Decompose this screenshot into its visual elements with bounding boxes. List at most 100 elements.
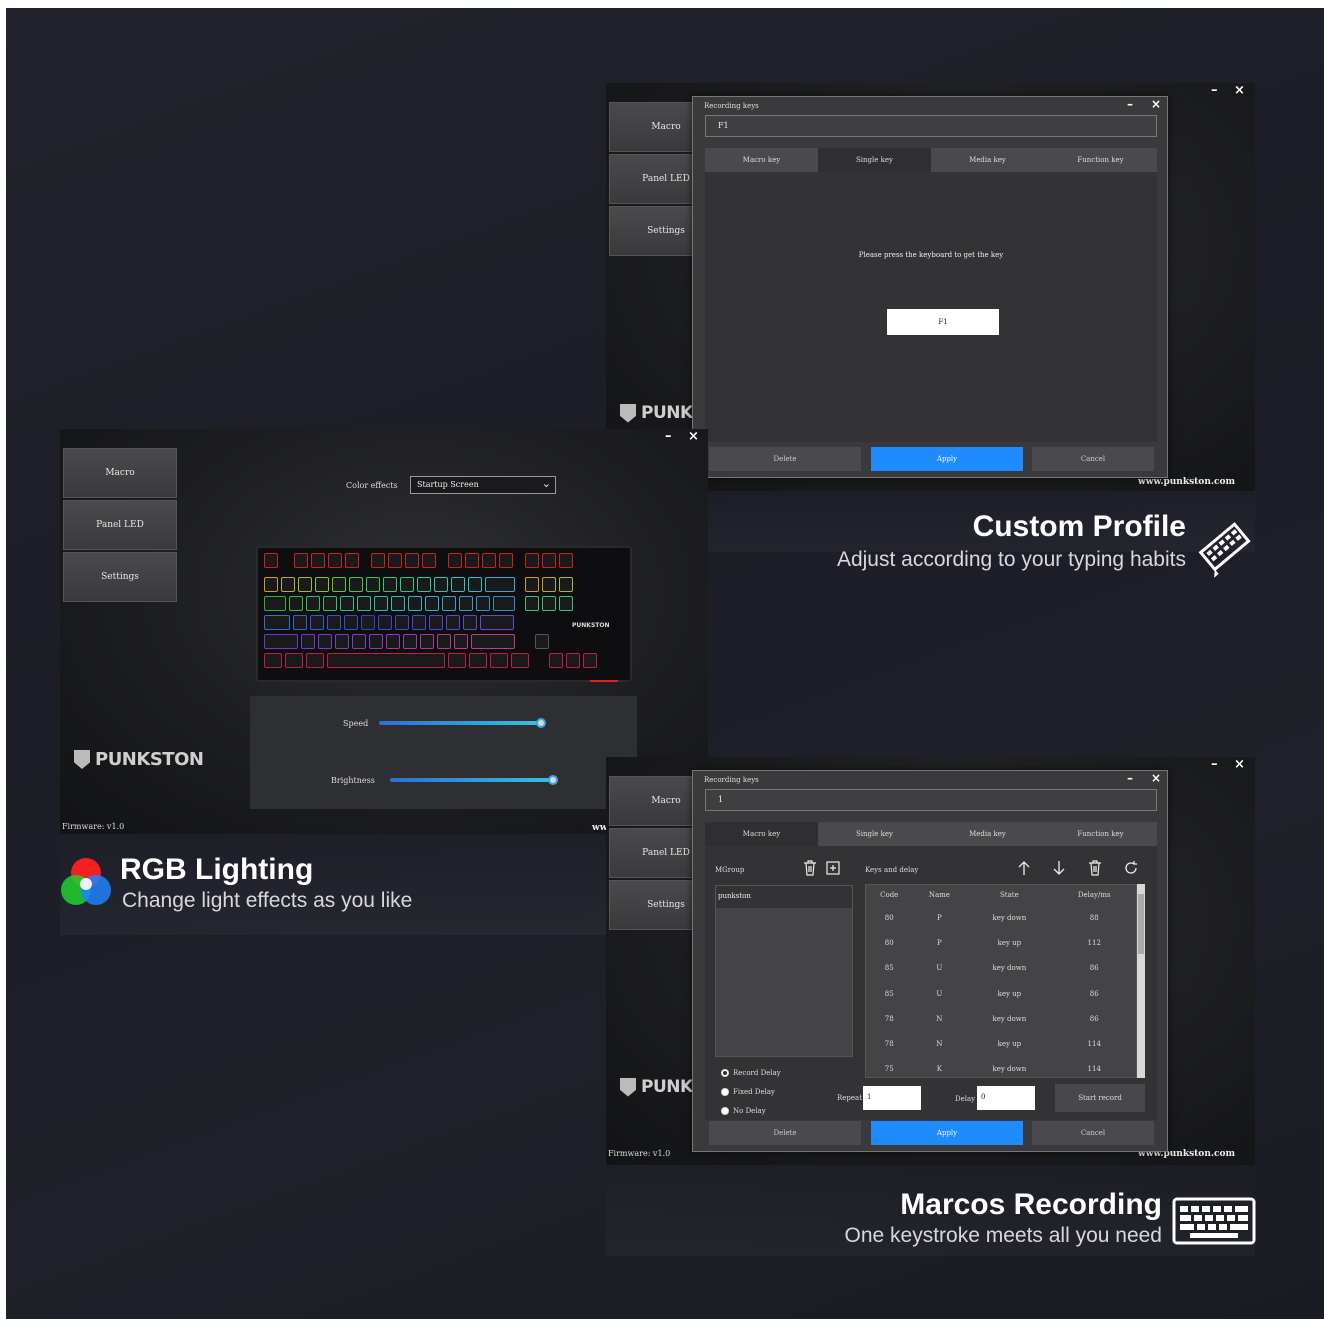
table-row[interactable]: 78 Nkey up 114 [866, 1031, 1136, 1056]
tab-media-key[interactable]: Media key [931, 148, 1044, 172]
trash-icon[interactable] [803, 860, 817, 876]
close-button[interactable]: × [1234, 757, 1245, 772]
key-name-input[interactable]: F1 [705, 115, 1157, 137]
no-delay-radio[interactable]: No Delay [721, 1107, 766, 1115]
macro-group-item[interactable]: punkston [716, 886, 852, 908]
speed-slider[interactable] [379, 721, 543, 725]
brightness-slider[interactable] [390, 778, 556, 782]
table-row[interactable]: 85 Ukey down 86 [866, 956, 1136, 981]
fixed-delay-radio[interactable]: Fixed Delay [721, 1088, 775, 1096]
key-type-tabs: Macro key Single key Media key Function … [705, 822, 1157, 846]
keys-and-delay-label: Keys and delay [865, 866, 919, 874]
cell-name: N [936, 1014, 943, 1023]
firmware-version: Firmware: v1.0 [608, 1149, 671, 1158]
cell-code: 80 [884, 938, 894, 947]
plus-box-icon[interactable] [826, 861, 840, 875]
column-header-code: Code [880, 891, 899, 899]
dialog-close-button[interactable]: × [1151, 771, 1161, 785]
table-scrollbar[interactable] [1137, 884, 1145, 1078]
tab-single-key[interactable]: Single key [818, 148, 931, 172]
keyboard-row [264, 634, 549, 649]
cell-state: key up [997, 938, 1022, 947]
tab-function-key[interactable]: Function key [1044, 148, 1157, 172]
brand-logo: PUNKSTON [74, 749, 204, 770]
brightness-slider-handle[interactable] [548, 775, 558, 785]
mgroup-label: MGroup [715, 866, 745, 874]
cell-delay: 86 [1089, 964, 1099, 973]
single-key-panel [705, 172, 1157, 442]
apply-button[interactable]: Apply [871, 447, 1023, 471]
repeat-input[interactable]: 1 [863, 1086, 921, 1110]
arrow-down-icon[interactable] [1053, 860, 1065, 876]
rgb-lighting-subtitle: Change light effects as you like [122, 889, 413, 912]
table-row[interactable]: 75 Kkey down 114 [866, 1057, 1136, 1077]
cancel-button[interactable]: Cancel [1032, 447, 1154, 471]
cell-code: 85 [884, 964, 894, 973]
table-row[interactable]: 80 Pkey up 112 [866, 930, 1136, 955]
column-header-state: State [999, 891, 1019, 899]
tab-macro-key[interactable]: Macro key [705, 148, 818, 172]
close-button[interactable]: × [1234, 83, 1245, 98]
keyboard-row [264, 577, 573, 592]
color-effects-select[interactable]: Startup Screen ⌄ [410, 476, 556, 494]
pencil-keyboard-icon [1198, 522, 1251, 578]
led-strip [590, 680, 618, 682]
cell-state: key up [997, 989, 1022, 998]
delay-input[interactable]: 0 [977, 1086, 1035, 1110]
sidebar-item-panel-led[interactable]: Panel LED [63, 500, 177, 550]
logo-shield-icon [620, 403, 636, 423]
arrow-up-icon[interactable] [1018, 860, 1030, 876]
dialog-title: Recording keys [704, 776, 759, 784]
delete-button[interactable]: Delete [709, 1121, 861, 1145]
captured-key-box[interactable]: F1 [887, 309, 999, 335]
macro-group-list[interactable]: punkston [715, 885, 853, 1057]
cell-state: key up [997, 1040, 1022, 1049]
effect-settings-panel [250, 696, 637, 809]
website-link[interactable]: www.punkston.com [1138, 477, 1235, 487]
custom-profile-subtitle: Adjust according to your typing habits [836, 548, 1186, 571]
macro-name-input[interactable]: 1 [705, 789, 1157, 811]
close-button[interactable]: × [688, 429, 699, 444]
table-row[interactable]: 80 Pkey down 88 [866, 905, 1136, 930]
start-record-button[interactable]: Start record [1055, 1084, 1145, 1112]
apply-button[interactable]: Apply [871, 1121, 1023, 1145]
tab-single-key[interactable]: Single key [818, 822, 931, 846]
refresh-icon[interactable] [1123, 860, 1139, 876]
logo-shield-icon [620, 1077, 636, 1097]
keyboard-row [264, 653, 597, 668]
record-delay-radio[interactable]: Record Delay [721, 1069, 781, 1077]
cancel-button[interactable]: Cancel [1032, 1121, 1154, 1145]
color-effects-label: Color effects [346, 481, 398, 490]
cell-state: key down [992, 1014, 1027, 1023]
minimize-button[interactable]: – [1211, 83, 1218, 98]
scrollbar-thumb[interactable] [1138, 894, 1144, 954]
firmware-version: Firmware: v1.0 [62, 822, 125, 831]
minimize-button[interactable]: – [1211, 757, 1218, 772]
recording-keys-dialog-macro: Recording keys – × 1 Macro key Single ke… [692, 770, 1168, 1152]
dialog-close-button[interactable]: × [1151, 97, 1161, 111]
keyboard-row [264, 615, 514, 630]
sidebar-item-macro[interactable]: Macro [63, 448, 177, 498]
cell-name: U [936, 964, 943, 973]
custom-profile-title: Custom Profile [972, 510, 1186, 543]
cell-code: 75 [884, 1065, 894, 1074]
tab-function-key[interactable]: Function key [1044, 822, 1157, 846]
delete-button[interactable]: Delete [709, 447, 861, 471]
cell-code: 85 [884, 989, 894, 998]
speed-slider-handle[interactable] [536, 718, 546, 728]
minimize-button[interactable]: – [665, 429, 672, 444]
table-row[interactable]: 85 Ukey up 86 [866, 981, 1136, 1006]
macros-recording-title: Marcos Recording [900, 1188, 1162, 1221]
tab-media-key[interactable]: Media key [931, 822, 1044, 846]
dialog-minimize-button[interactable]: – [1127, 771, 1133, 785]
chevron-down-icon: ⌄ [541, 477, 551, 490]
dialog-minimize-button[interactable]: – [1127, 97, 1133, 111]
cell-state: key down [992, 1065, 1027, 1074]
trash-icon[interactable] [1088, 860, 1102, 876]
sidebar-item-settings[interactable]: Settings [63, 552, 177, 602]
tab-macro-key[interactable]: Macro key [705, 822, 818, 846]
cell-delay: 114 [1087, 1040, 1101, 1049]
cell-state: key down [992, 964, 1027, 973]
logo-shield-icon [74, 750, 90, 769]
table-row[interactable]: 78 Nkey down 86 [866, 1006, 1136, 1031]
